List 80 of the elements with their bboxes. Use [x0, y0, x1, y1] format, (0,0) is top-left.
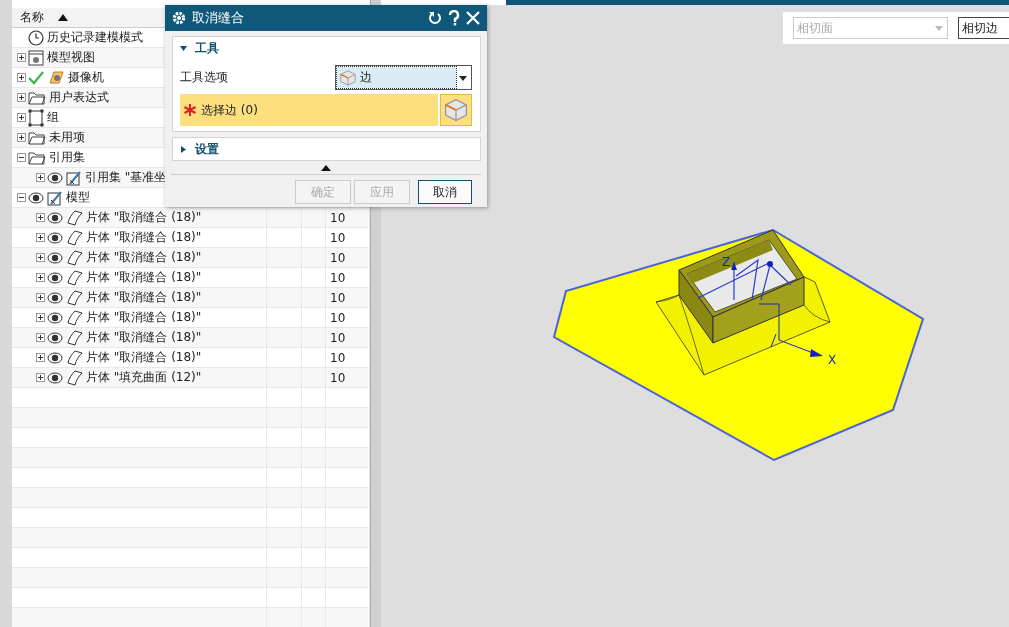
sort-ascending-icon [58, 14, 68, 21]
expand-toggle[interactable] [17, 93, 26, 102]
sheet-body-icon [66, 229, 83, 246]
eye-icon[interactable] [47, 171, 63, 184]
section-title[interactable]: 设置 [195, 140, 219, 158]
sheet-body-icon [66, 309, 83, 326]
axis-label: Z [722, 255, 731, 269]
expand-toggle[interactable] [17, 133, 26, 142]
dialog-button[interactable]: 取消 [418, 180, 472, 204]
tree-item-label[interactable]: 模型 [66, 189, 90, 206]
dropdown-field[interactable]: 相切边 [958, 17, 1009, 39]
tree-item-label[interactable]: 用户表达式 [49, 89, 109, 106]
table-cell-text: 10 [329, 270, 346, 285]
expand-toggle[interactable] [36, 213, 45, 222]
group-icon [28, 108, 44, 127]
eye-icon[interactable] [47, 311, 63, 324]
dropdown-arrow-icon [935, 25, 943, 31]
eye-icon[interactable] [47, 351, 63, 364]
expand-toggle[interactable] [36, 333, 45, 342]
tree-item-label[interactable]: 片体 "取消缝合 (18)" [86, 269, 202, 286]
axis-label: X [828, 353, 837, 367]
eye-icon[interactable] [47, 271, 63, 284]
option-label: 工具选项 [180, 69, 228, 86]
expand-toggle[interactable] [17, 113, 26, 122]
expand-toggle[interactable] [36, 233, 45, 242]
cube-icon [443, 97, 469, 123]
eye-icon[interactable] [47, 251, 63, 264]
tool-option-dropdown[interactable]: 边 [335, 65, 472, 90]
tree-item-label[interactable]: 片体 "取消缝合 (18)" [86, 349, 202, 366]
eye-icon[interactable] [47, 211, 63, 224]
section-title[interactable]: 工具 [195, 39, 219, 57]
table-cell-text: 10 [329, 370, 346, 385]
collapse-toggle[interactable] [17, 153, 26, 162]
eye-icon[interactable] [47, 231, 63, 244]
expand-toggle[interactable] [36, 293, 45, 302]
close-icon[interactable] [466, 11, 480, 25]
tree-item-label[interactable]: 摄像机 [68, 69, 104, 86]
reference-set-icon [47, 189, 63, 206]
eye-icon[interactable] [47, 371, 63, 384]
cube-icon [339, 68, 357, 87]
expand-toggle[interactable] [36, 173, 45, 182]
help-icon[interactable] [448, 10, 460, 26]
expand-toggle[interactable] [36, 273, 45, 282]
sheet-body-icon [66, 269, 83, 286]
tree-item-label[interactable]: 组 [47, 109, 59, 126]
table-cell-text: 10 [329, 310, 346, 325]
eye-icon[interactable] [47, 331, 63, 344]
dialog-title: 取消缝合 [192, 9, 245, 27]
expand-toggle[interactable] [17, 53, 26, 62]
folder-icon [28, 149, 46, 166]
expanded-triangle-icon[interactable] [180, 44, 187, 52]
tree-item-label[interactable]: 历史记录建模模式 [47, 29, 143, 46]
collapse-toggle[interactable] [17, 193, 26, 202]
expand-toggle[interactable] [36, 353, 45, 362]
expand-toggle[interactable] [17, 73, 26, 82]
tree-item-label[interactable]: 片体 "取消缝合 (18)" [86, 229, 202, 246]
expand-toggle[interactable] [36, 373, 45, 382]
select-edge-row[interactable]: 选择边 (0) [180, 94, 438, 126]
settings-icon [172, 11, 186, 25]
table-cell-text: 10 [329, 330, 346, 345]
table-cell-text: 10 [329, 230, 346, 245]
expand-toggle[interactable] [36, 313, 45, 322]
sheet-body-icon [66, 349, 83, 366]
required-asterisk-icon [183, 103, 197, 117]
table-cell-text: 10 [329, 210, 346, 225]
collapse-icon[interactable] [321, 165, 331, 171]
clock-icon [28, 29, 44, 46]
camera-icon [47, 69, 65, 86]
tree-item-label[interactable]: 片体 "取消缝合 (18)" [86, 309, 202, 326]
table-cell-text: 10 [329, 250, 346, 265]
table-cell-text: 10 [329, 350, 346, 365]
tree-item-label[interactable]: 引用集 [49, 149, 85, 166]
eye-icon[interactable] [28, 191, 44, 204]
table-cell-text: 10 [329, 290, 346, 305]
tree-item-label[interactable]: 未用项 [49, 129, 85, 146]
expand-toggle[interactable] [36, 253, 45, 262]
reset-icon[interactable] [428, 11, 442, 25]
eye-icon[interactable] [47, 291, 63, 304]
collapsed-triangle-icon[interactable] [180, 145, 187, 153]
tree-item-label[interactable]: 模型视图 [47, 49, 95, 66]
